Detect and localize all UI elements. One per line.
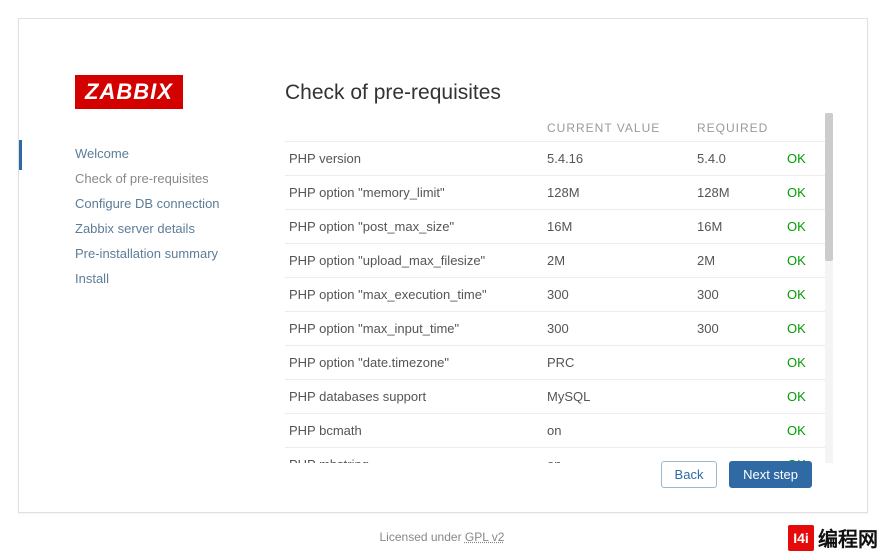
site-watermark: I4i 编程网: [788, 523, 878, 552]
cell-current: on: [543, 414, 693, 448]
nav-item-5[interactable]: Install: [75, 266, 255, 291]
cell-current: 5.4.16: [543, 142, 693, 176]
cell-current: 2M: [543, 244, 693, 278]
table-row: PHP version5.4.165.4.0OK: [285, 142, 825, 176]
cell-name: PHP option "date.timezone": [285, 346, 543, 380]
col-current: CURRENT VALUE: [543, 113, 693, 142]
table-row: PHP databases supportMySQL OK: [285, 380, 825, 414]
cell-required: [693, 380, 783, 414]
cell-name: PHP option "memory_limit": [285, 176, 543, 210]
footer: Licensed under GPL v2: [0, 530, 884, 544]
cell-current: 300: [543, 312, 693, 346]
wizard-nav: WelcomeCheck of pre-requisitesConfigure …: [75, 141, 255, 291]
cell-status: OK: [783, 244, 825, 278]
cell-status: OK: [783, 142, 825, 176]
cell-name: PHP option "max_execution_time": [285, 278, 543, 312]
cell-current: 300: [543, 278, 693, 312]
scrollbar-thumb[interactable]: [825, 113, 833, 261]
table-row: PHP option "max_execution_time"300300OK: [285, 278, 825, 312]
col-name: [285, 113, 543, 142]
cell-status: OK: [783, 346, 825, 380]
cell-required: 5.4.0: [693, 142, 783, 176]
requisites-table: CURRENT VALUE REQUIRED PHP version5.4.16…: [285, 113, 825, 463]
cell-required: [693, 346, 783, 380]
cell-status: OK: [783, 176, 825, 210]
cell-current: 128M: [543, 176, 693, 210]
cell-current: PRC: [543, 346, 693, 380]
installer-panel: ZABBIX WelcomeCheck of pre-requisitesCon…: [18, 18, 868, 513]
cell-status: OK: [783, 414, 825, 448]
cell-name: PHP databases support: [285, 380, 543, 414]
cell-name: PHP mbstring: [285, 448, 543, 464]
requisites-table-wrap: CURRENT VALUE REQUIRED PHP version5.4.16…: [285, 113, 833, 463]
cell-name: PHP bcmath: [285, 414, 543, 448]
cell-name: PHP option "post_max_size": [285, 210, 543, 244]
cell-status: OK: [783, 312, 825, 346]
cell-required: [693, 414, 783, 448]
zabbix-logo: ZABBIX: [75, 75, 183, 109]
watermark-icon: I4i: [788, 525, 814, 551]
table-row: PHP option "date.timezone"PRC OK: [285, 346, 825, 380]
table-row: PHP option "max_input_time"300300OK: [285, 312, 825, 346]
cell-name: PHP option "upload_max_filesize": [285, 244, 543, 278]
nav-item-2[interactable]: Configure DB connection: [75, 191, 255, 216]
back-button[interactable]: Back: [661, 461, 718, 488]
col-required: REQUIRED: [693, 113, 783, 142]
cell-required: 128M: [693, 176, 783, 210]
next-step-button[interactable]: Next step: [729, 461, 812, 488]
cell-current: 16M: [543, 210, 693, 244]
footer-licensed: Licensed under: [380, 530, 465, 544]
cell-required: 16M: [693, 210, 783, 244]
cell-name: PHP option "max_input_time": [285, 312, 543, 346]
watermark-text: 编程网: [818, 523, 878, 552]
cell-status: OK: [783, 278, 825, 312]
table-row: PHP option "memory_limit"128M128MOK: [285, 176, 825, 210]
nav-item-4[interactable]: Pre-installation summary: [75, 241, 255, 266]
cell-current: MySQL: [543, 380, 693, 414]
nav-item-0[interactable]: Welcome: [75, 141, 255, 166]
cell-name: PHP version: [285, 142, 543, 176]
nav-item-1[interactable]: Check of pre-requisites: [75, 166, 255, 191]
table-row: PHP bcmathon OK: [285, 414, 825, 448]
requisites-tbody: PHP version5.4.165.4.0OKPHP option "memo…: [285, 142, 825, 464]
cell-status: OK: [783, 210, 825, 244]
cell-required: 2M: [693, 244, 783, 278]
cell-required: 300: [693, 278, 783, 312]
table-row: PHP option "post_max_size"16M16MOK: [285, 210, 825, 244]
table-row: PHP option "upload_max_filesize"2M2MOK: [285, 244, 825, 278]
page-title: Check of pre-requisites: [285, 81, 501, 105]
col-status: [783, 113, 825, 142]
nav-item-3[interactable]: Zabbix server details: [75, 216, 255, 241]
cell-status: OK: [783, 380, 825, 414]
footer-license-link[interactable]: GPL v2: [465, 530, 505, 544]
wizard-buttons: Back Next step: [653, 461, 812, 488]
scrollbar-track[interactable]: [825, 113, 833, 463]
nav-active-indicator: [19, 140, 22, 170]
cell-required: 300: [693, 312, 783, 346]
